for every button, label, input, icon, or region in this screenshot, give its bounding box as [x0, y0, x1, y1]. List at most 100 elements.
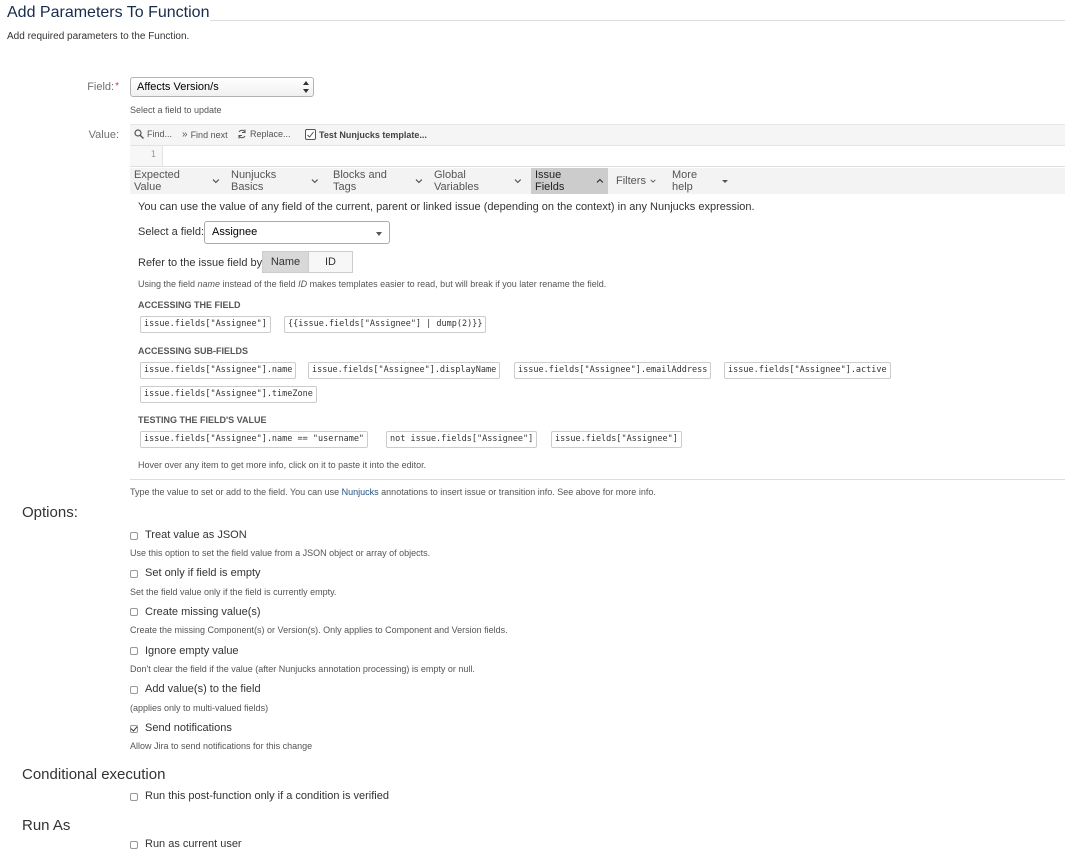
code-snippet[interactable]: issue.fields["Assignee"].active — [724, 362, 891, 379]
option-label: Run as current user — [145, 838, 242, 850]
treat-json-checkbox[interactable] — [130, 532, 138, 540]
option-hint: Create the missing Component(s) or Versi… — [130, 625, 508, 635]
refer-label: Refer to the issue field by: — [138, 257, 266, 269]
double-chevron-right-icon: » — [182, 129, 188, 140]
find-next-button[interactable]: » Find next — [182, 129, 228, 140]
testing-heading: TESTING THE FIELD'S VALUE — [138, 415, 267, 425]
tab-expected-value[interactable]: Expected Value — [130, 168, 224, 194]
conditional-heading: Conditional execution — [22, 766, 166, 783]
option-label: Run this post-function only if a conditi… — [145, 790, 389, 802]
up-down-arrows-icon — [303, 81, 309, 93]
option-hint: (applies only to multi-valued fields) — [130, 703, 269, 713]
option-hint: Don't clear the field if the value (afte… — [130, 664, 475, 674]
refer-by-id-button[interactable]: ID — [308, 252, 352, 272]
tab-label: More help — [672, 169, 698, 193]
tab-label: Global Variables — [434, 169, 480, 193]
ignore-empty-checkbox[interactable] — [130, 647, 138, 655]
editor-toolbar: Find... » Find next Replace... Test Nunj… — [130, 124, 1065, 145]
code-snippet[interactable]: {{issue.fields["Assignee"] | dump(2)}} — [284, 316, 487, 333]
option-label: Treat value as JSON — [145, 529, 247, 541]
replace-label: Replace... — [250, 129, 291, 139]
tab-issue-fields[interactable]: Issue Fields — [531, 168, 608, 194]
run-as-current-user-checkbox[interactable] — [130, 841, 138, 849]
replace-button[interactable]: Replace... — [237, 129, 291, 139]
run-if-condition-checkbox[interactable] — [130, 793, 138, 801]
tab-nunjucks-basics[interactable]: Nunjucks Basics — [227, 168, 323, 194]
test-template-icon — [305, 129, 316, 140]
run-as-heading: Run As — [22, 817, 71, 834]
test-template-label: Test Nunjucks template... — [319, 129, 427, 140]
code-snippet[interactable]: issue.fields["Assignee"].emailAddress — [514, 362, 712, 379]
code-snippet[interactable]: issue.fields["Assignee"].name == "userna… — [140, 431, 369, 448]
tab-label: Nunjucks Basics — [231, 169, 277, 193]
tab-more-help[interactable]: More help — [668, 168, 732, 194]
tab-label: Blocks and Tags — [333, 169, 387, 193]
field-select[interactable]: Affects Version/s — [130, 77, 314, 97]
option-hint: Use this option to set the field value f… — [130, 548, 431, 558]
search-icon — [134, 129, 144, 139]
find-button[interactable]: Find... — [134, 129, 172, 139]
field-label-text: Field: — [87, 81, 115, 93]
tab-label: Issue Fields — [535, 169, 565, 193]
option-label: Add value(s) to the field — [145, 683, 261, 695]
chevron-down-icon — [311, 179, 319, 184]
replace-icon — [238, 129, 246, 139]
hover-hint: Hover over any item to get more info, cl… — [138, 460, 427, 470]
note-text: instead of the field — [220, 279, 299, 289]
tab-blocks-and-tags[interactable]: Blocks and Tags — [329, 168, 427, 194]
accessing-heading: ACCESSING THE FIELD — [138, 300, 241, 310]
help-tabs: Expected Value Nunjucks Basics Blocks an… — [130, 168, 1065, 194]
issue-fields-intro: You can use the value of any field of th… — [138, 201, 755, 213]
caret-down-icon — [376, 232, 382, 236]
tab-global-variables[interactable]: Global Variables — [430, 168, 526, 194]
line-number: 1 — [130, 146, 163, 166]
sub-fields-heading: ACCESSING SUB-FIELDS — [138, 346, 249, 356]
find-next-label: Find next — [190, 129, 228, 140]
refer-by-name-button[interactable]: Name — [263, 252, 308, 272]
code-snippet[interactable]: not issue.fields["Assignee"] — [386, 431, 538, 448]
field-select-value: Affects Version/s — [137, 81, 219, 93]
value-label: Value: — [88, 129, 119, 141]
field-label: Field:* — [87, 81, 119, 93]
chevron-down-icon — [415, 179, 423, 184]
note-text: Using the field — [138, 279, 198, 289]
code-editor[interactable]: 1 — [130, 145, 1065, 167]
chevron-up-icon — [596, 178, 604, 183]
refer-toggle: Name ID — [262, 251, 353, 273]
issue-field-select-value: Assignee — [212, 226, 258, 238]
issue-field-select[interactable]: Assignee — [204, 221, 390, 244]
note-text: makes templates easier to read, but will… — [307, 279, 607, 289]
title-divider — [210, 20, 1065, 21]
code-snippet[interactable]: issue.fields["Assignee"].displayName — [308, 362, 501, 379]
option-hint: Set the field value only if the field is… — [130, 587, 337, 597]
find-label: Find... — [147, 129, 173, 139]
create-missing-checkbox[interactable] — [130, 608, 138, 616]
hint-text: annotations to insert issue or transitio… — [378, 487, 656, 497]
code-snippet[interactable]: issue.fields["Assignee"] — [140, 316, 271, 333]
hint-text: Type the value to set or add to the fiel… — [130, 487, 342, 497]
chevron-down-icon — [650, 179, 656, 183]
send-notifications-checkbox[interactable] — [130, 725, 138, 733]
option-label: Create missing value(s) — [145, 606, 261, 618]
tab-label: Filters — [616, 175, 646, 187]
code-snippet[interactable]: issue.fields["Assignee"] — [551, 431, 682, 448]
tab-label: Expected Value — [134, 169, 180, 193]
option-hint: Allow Jira to send notifications for thi… — [130, 741, 313, 751]
option-label: Ignore empty value — [145, 645, 239, 657]
tab-filters[interactable]: Filters — [612, 168, 660, 194]
option-label: Set only if field is empty — [145, 567, 261, 579]
nunjucks-link[interactable]: Nunjucks — [342, 487, 379, 497]
page-description: Add required parameters to the Function. — [7, 31, 190, 42]
chevron-down-icon — [212, 179, 220, 184]
caret-down-icon — [722, 179, 728, 183]
test-template-button[interactable]: Test Nunjucks template... — [305, 129, 427, 140]
set-if-empty-checkbox[interactable] — [130, 570, 138, 578]
chevron-down-icon — [514, 179, 522, 184]
value-hint: Type the value to set or add to the fiel… — [130, 487, 656, 497]
add-values-checkbox[interactable] — [130, 686, 138, 694]
note-emphasis: name — [197, 279, 221, 289]
code-snippet[interactable]: issue.fields["Assignee"].timeZone — [140, 386, 317, 403]
code-snippet[interactable]: issue.fields["Assignee"].name — [140, 362, 297, 379]
select-field-label: Select a field: — [138, 226, 205, 238]
note-emphasis: ID — [298, 279, 308, 289]
